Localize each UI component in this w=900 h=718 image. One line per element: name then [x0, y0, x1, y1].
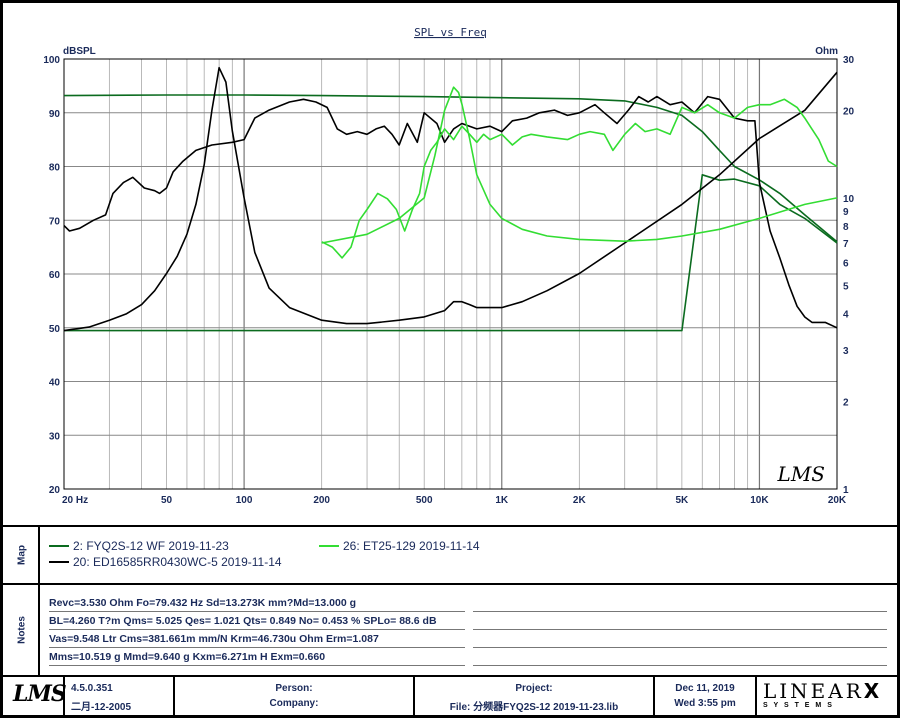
y-tick-label-left: 30: [49, 431, 61, 442]
brand-wordmark: LINEARX: [763, 679, 879, 703]
y-tick-label-right: 2: [843, 397, 849, 408]
x-tick-label: 50: [161, 495, 173, 506]
y-tick-label-left: 70: [49, 216, 61, 227]
y-tick-label-right: 10: [843, 194, 855, 205]
x-tick-label: 100: [236, 495, 253, 506]
legend-section: Map 2: FYQ2S-12 WF 2019-11-23 20: ED1658…: [3, 527, 897, 585]
legend-item-et25: 26: ET25-129 2019-11-14: [319, 539, 480, 553]
y-tick-label-left: 90: [49, 109, 61, 120]
y-tick-label-left: 40: [49, 378, 61, 389]
notes-section: Notes Revc=3.530 Ohm Fo=79.432 Hz Sd=13.…: [3, 585, 897, 677]
note-rule: [49, 665, 465, 666]
x-tick-label: 200: [313, 495, 330, 506]
brand-subtext: S Y S T E M S: [763, 702, 834, 709]
footer-person-cell: Person: Company:: [175, 677, 415, 715]
project-label: Project:: [515, 683, 553, 694]
legend-item-fyq2s: 2: FYQ2S-12 WF 2019-11-23: [49, 539, 229, 553]
x-tick-label: 1K: [495, 495, 509, 506]
y-tick-label-left: 20: [49, 485, 61, 496]
note-line-1: Revc=3.530 Ohm Fo=79.432 Hz Sd=13.273K m…: [49, 597, 356, 609]
note-rule: [49, 647, 465, 648]
y-tick-label-right: 6: [843, 258, 849, 269]
y-tick-label-left: 60: [49, 270, 61, 281]
footer-project-cell: Project: File: 分频器FYQ2S-12 2019-11-23.li…: [415, 677, 655, 715]
legend-swatch: [49, 561, 69, 563]
legend-label: 20: ED16585RR0430WC-5 2019-11-14: [73, 555, 282, 569]
series-line-impedance: [64, 174, 838, 332]
x-tick-label: 500: [416, 495, 433, 506]
y-tick-label-right: 9: [843, 207, 849, 218]
footer: LMS 4.5.0.351 二月-12-2005 Person: Company…: [3, 677, 897, 715]
legend-swatch: [49, 545, 69, 547]
legend-item-ed16585: 20: ED16585RR0430WC-5 2019-11-14: [49, 555, 282, 569]
y-tick-label-left: 100: [43, 55, 60, 66]
version-date: 二月-12-2005: [71, 702, 132, 713]
version-number: 4.5.0.351: [71, 683, 113, 694]
y-tick-label-right: 3: [843, 346, 849, 357]
note-line-4: Mms=10.519 g Mmd=9.640 g Kxm=6.271m H Ex…: [49, 651, 326, 663]
brand-x-icon: X: [863, 679, 880, 703]
note-rule: [473, 665, 887, 666]
footer-logo-cell: LMS: [3, 677, 67, 715]
note-line-3: Vas=9.548 Ltr Cms=381.661m mm/N Krm=46.7…: [49, 633, 379, 645]
y-tick-label-right: 30: [843, 55, 855, 66]
y-axis-right-label: Ohm: [815, 46, 838, 57]
x-tick-label: 20 Hz: [62, 495, 88, 506]
x-tick-label: 2K: [573, 495, 587, 506]
person-label: Person:: [275, 683, 313, 694]
legend-swatch: [319, 545, 339, 547]
y-tick-label-right: 20: [843, 106, 855, 117]
legend-label: 26: ET25-129 2019-11-14: [343, 539, 480, 553]
footer-date: Dec 11, 2019: [675, 683, 735, 694]
note-rule: [49, 629, 465, 630]
x-tick-label: 5K: [675, 495, 689, 506]
chart-panel: SPL vs Freq dBSPL Ohm 100 90 80 70 60 50 40 30 20 30…: [3, 3, 897, 527]
map-tab: Map: [6, 527, 40, 583]
series-line-impedance: [63, 66, 838, 332]
y-tick-label-right: 4: [843, 310, 849, 321]
note-rule: [473, 611, 887, 612]
series-line-spl: [63, 95, 838, 329]
note-line-2: BL=4.260 T?m Qms= 5.025 Qes= 1.021 Qts= …: [49, 615, 437, 627]
y-tick-label-right: 5: [843, 282, 849, 293]
y-tick-label-right: 8: [843, 222, 849, 233]
legend-label: 2: FYQ2S-12 WF 2019-11-23: [73, 539, 229, 553]
footer-time: Wed 3:55 pm: [674, 698, 736, 709]
note-rule: [49, 611, 465, 612]
y-tick-label-left: 80: [49, 163, 61, 174]
footer-version-cell: 4.5.0.351 二月-12-2005: [65, 677, 175, 715]
notes-tab: Notes: [6, 585, 40, 675]
note-rule: [473, 629, 887, 630]
x-tick-label: 20K: [828, 495, 847, 506]
notes-tab-label: Notes: [16, 616, 28, 644]
map-tab-label: Map: [16, 545, 28, 565]
company-label: Company:: [269, 698, 319, 709]
lms-logo: LMS: [13, 681, 67, 707]
file-text: File: 分频器FYQ2S-12 2019-11-23.lib: [449, 702, 619, 713]
lms-watermark: LMS: [777, 462, 825, 486]
y-tick-label-right: 7: [843, 239, 849, 250]
note-rule: [473, 647, 887, 648]
chart-title: SPL vs Freq: [414, 26, 487, 39]
footer-date-cell: Dec 11, 2019 Wed 3:55 pm: [655, 677, 757, 715]
x-tick-label: 10K: [750, 495, 769, 506]
y-axis-left-label: dBSPL: [63, 46, 96, 57]
chart-svg: SPL vs Freq dBSPL Ohm 100 90 80 70 60 50 40 30 20 30…: [43, 26, 855, 506]
brand-text: LINEAR: [763, 679, 864, 703]
footer-brand-cell: LINEARX S Y S T E M S: [757, 677, 897, 715]
y-tick-label-left: 50: [49, 324, 61, 335]
